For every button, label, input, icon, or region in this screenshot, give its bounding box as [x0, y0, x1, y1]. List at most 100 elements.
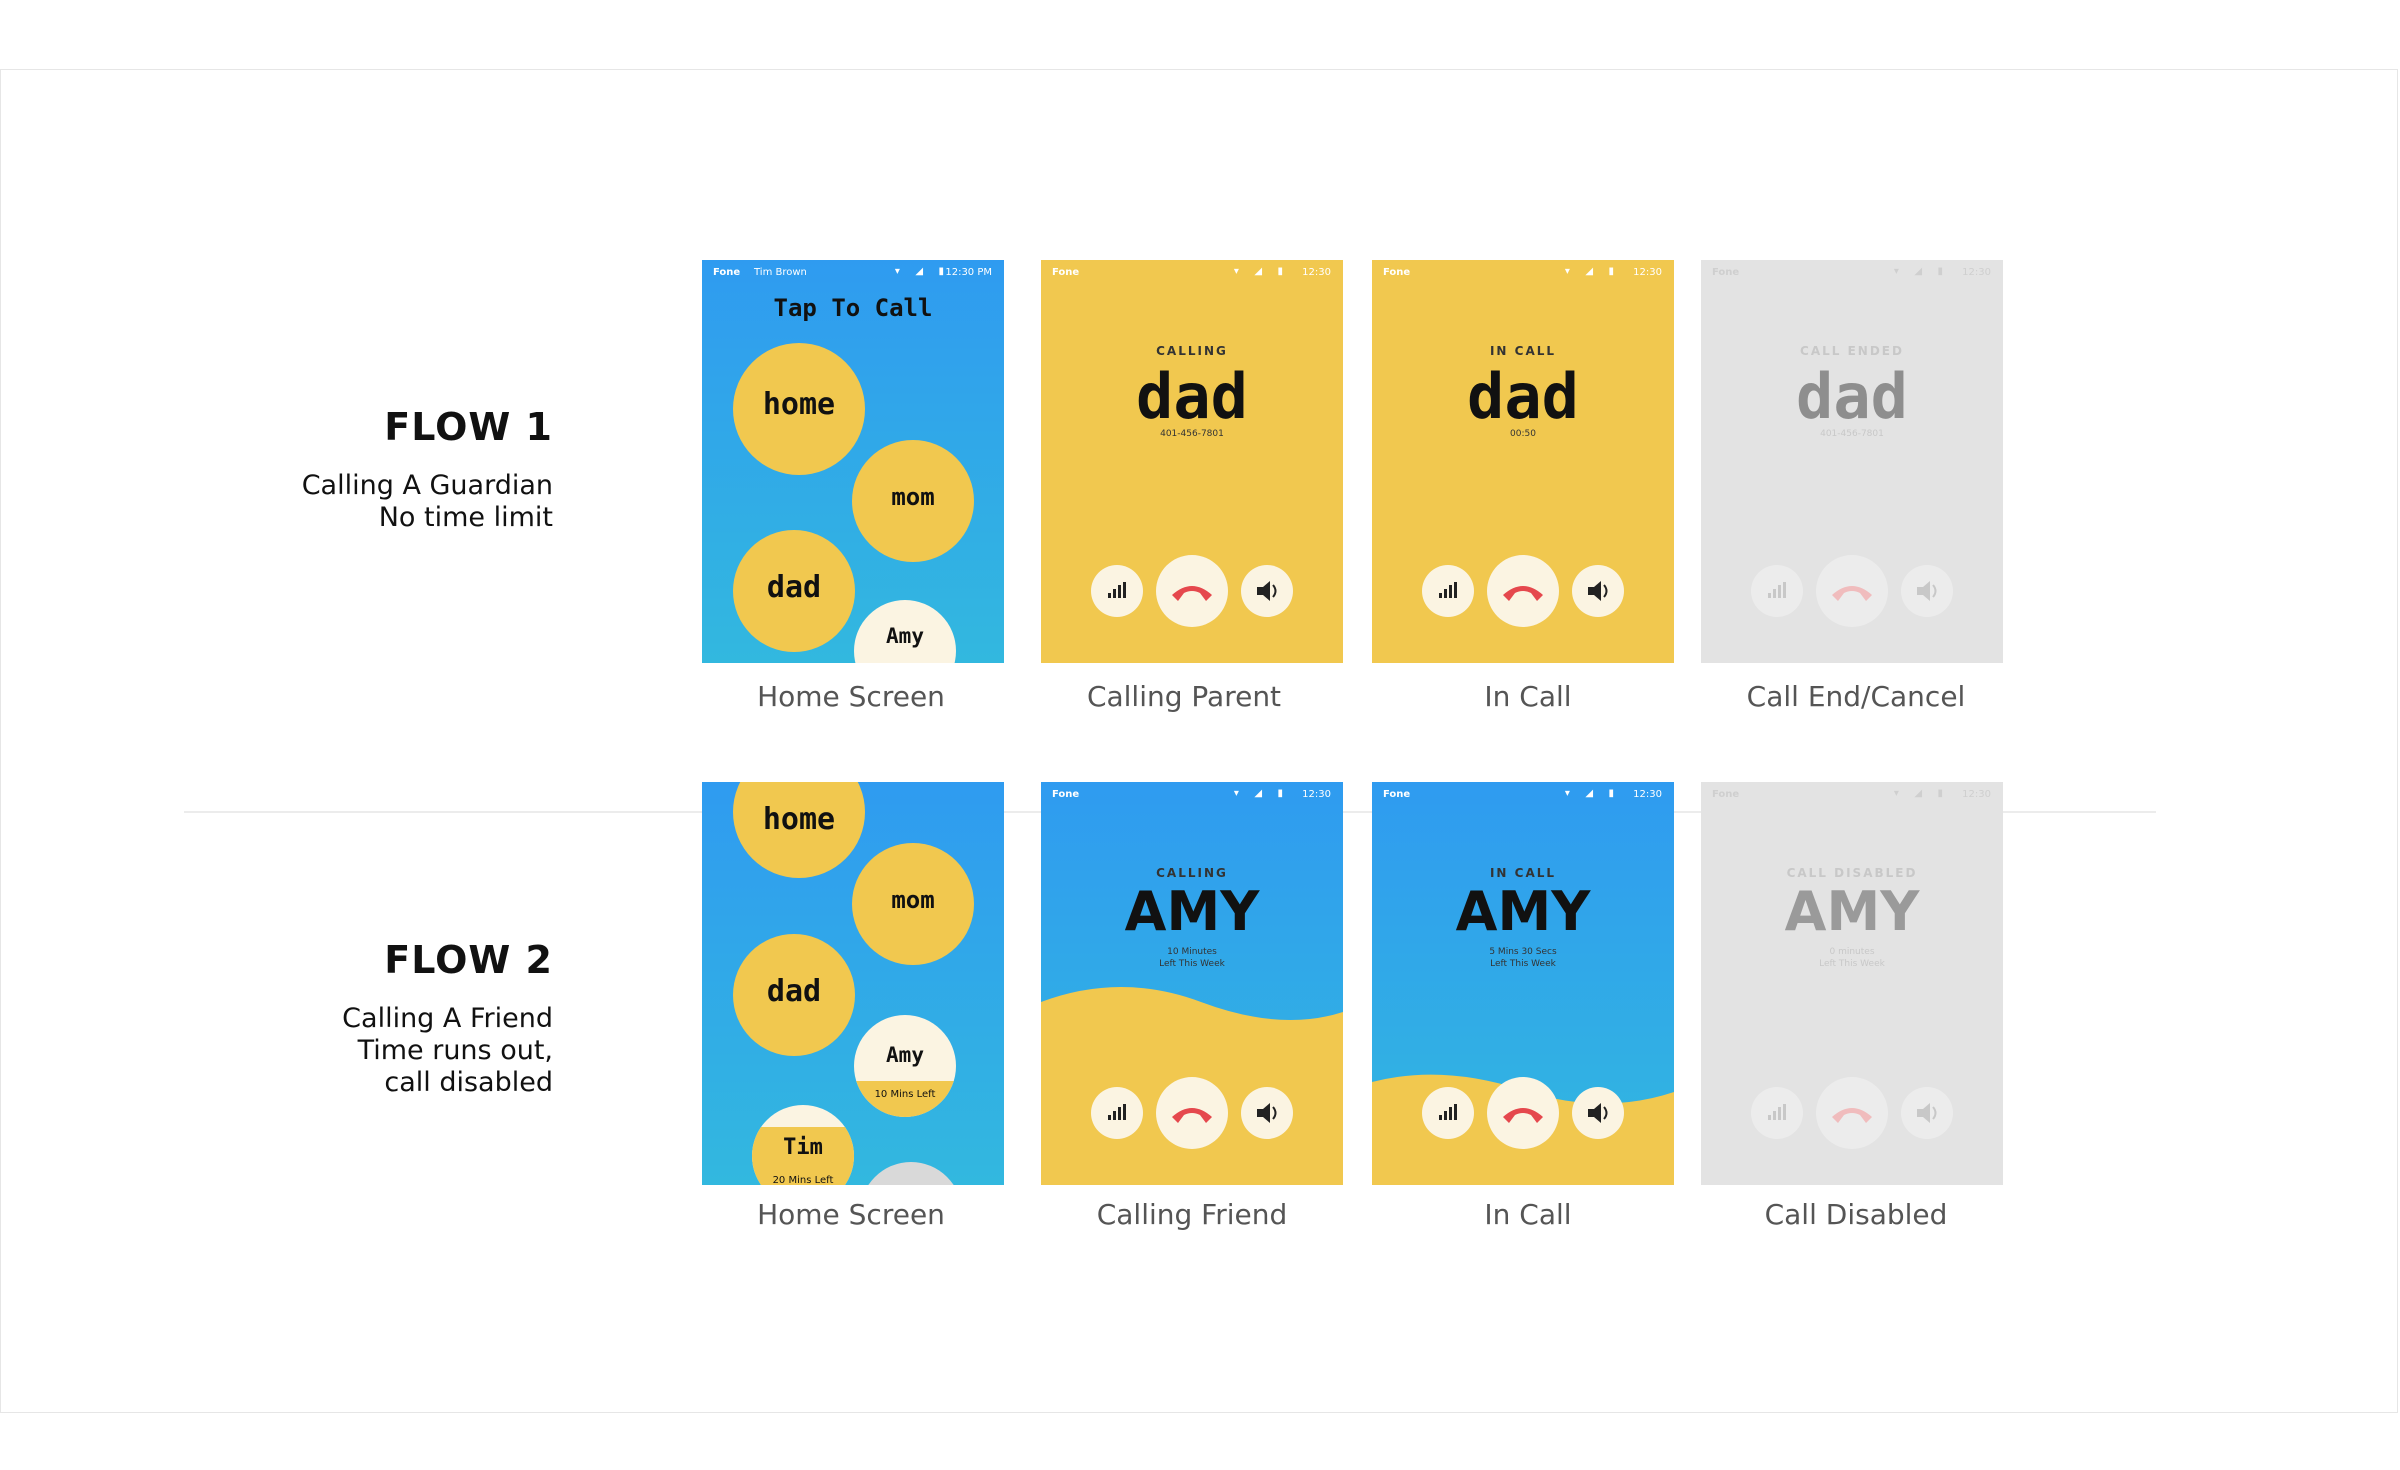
status-bar: Fone ▾ ◢ ▮ 12:30: [1372, 260, 1674, 284]
flow2-caption: Home Screen: [757, 1198, 945, 1231]
contact-dad-button[interactable]: dad: [733, 934, 855, 1056]
status-icons: ▾ ◢ ▮: [894, 266, 950, 277]
status-app-name: Fone: [1712, 789, 1740, 800]
signal-button[interactable]: [1091, 565, 1143, 617]
flow2-desc-line: Calling A Friend: [342, 1003, 553, 1034]
call-state-label: IN CALL: [1489, 344, 1557, 358]
speaker-icon: [1257, 1103, 1277, 1123]
hangup-icon: [1503, 1108, 1543, 1123]
speaker-button: [1901, 1087, 1953, 1139]
speaker-icon: [1257, 581, 1277, 601]
time-left: 10 Minutes: [1167, 947, 1217, 957]
contact-dad-button[interactable]: dad: [733, 530, 855, 652]
signal-icon: [1768, 1104, 1786, 1120]
speaker-button[interactable]: [1241, 1087, 1293, 1139]
hangup-button[interactable]: [1487, 555, 1559, 627]
contact-home-button[interactable]: home: [733, 343, 865, 475]
time-left-period: Left This Week: [1819, 959, 1885, 969]
contact-mom-button[interactable]: mom: [852, 440, 974, 562]
status-bar: Fone ▾ ◢ ▮ 12:30: [1701, 782, 2003, 806]
status-app-name: Fone: [713, 267, 741, 278]
status-bar: Fone ▾ ◢ ▮ 12:30: [1701, 260, 2003, 284]
tap-to-call-title: Tap To Call: [773, 294, 933, 322]
hangup-icon: [1503, 586, 1543, 601]
flow1-caption: In Call: [1484, 680, 1572, 713]
contact-amy-button[interactable]: Amy 10 Mins Left: [854, 1015, 956, 1117]
status-icons: ▾ ◢ ▮: [1564, 266, 1620, 277]
signal-icon: [1768, 582, 1786, 598]
callee-name: dad: [1136, 360, 1248, 433]
speaker-icon: [1588, 581, 1608, 601]
contact-disabled-button: [860, 1162, 962, 1185]
time-left-period: Left This Week: [1490, 959, 1556, 969]
callee-number: 401-456-7801: [1820, 429, 1884, 439]
signal-button[interactable]: [1091, 1087, 1143, 1139]
time-left-period: Left This Week: [1159, 959, 1225, 969]
speaker-button[interactable]: [1241, 565, 1293, 617]
hangup-icon: [1832, 1108, 1872, 1123]
signal-button[interactable]: [1422, 1087, 1474, 1139]
speaker-button[interactable]: [1572, 565, 1624, 617]
contact-label: home: [762, 802, 836, 837]
contact-label: Amy: [886, 1043, 924, 1067]
hangup-button[interactable]: [1487, 1077, 1559, 1149]
flow2-title: FLOW 2: [384, 938, 553, 982]
status-app-name: Fone: [1712, 267, 1740, 278]
flow2-description: Calling A Friend Time runs out, call dis…: [173, 1003, 553, 1099]
hangup-button[interactable]: [1156, 555, 1228, 627]
flow2-calling-screen: Fone ▾ ◢ ▮ 12:30 CALLING AMY 10 Minutes …: [1041, 782, 1343, 1185]
flow1-desc-line: No time limit: [378, 502, 553, 533]
speaker-button: [1901, 565, 1953, 617]
flow1-home-screen: Fone Tim Brown ▾ ◢ ▮ 12:30 PM Tap To Cal…: [702, 260, 1004, 663]
call-state-label: CALL ENDED: [1800, 344, 1904, 358]
status-time: 12:30: [1633, 789, 1662, 800]
status-icons: ▾ ◢ ▮: [1233, 788, 1289, 799]
call-state-label: CALLING: [1156, 866, 1228, 880]
flow1-calling-screen: Fone ▾ ◢ ▮ 12:30 CALLING dad 401-456-780…: [1041, 260, 1343, 663]
status-app-name: Fone: [1052, 789, 1080, 800]
status-icons: ▾ ◢ ▮: [1893, 788, 1949, 799]
call-state-label: CALLING: [1156, 344, 1228, 358]
contact-tim-button[interactable]: Tim 20 Mins Left: [752, 1105, 854, 1185]
status-time: 12:30: [1302, 789, 1331, 800]
status-time: 12:30: [1962, 789, 1991, 800]
status-app-name: Fone: [1383, 789, 1411, 800]
status-time: 12:30: [1962, 267, 1991, 278]
speaker-icon: [1917, 1103, 1937, 1123]
status-icons: ▾ ◢ ▮: [1233, 266, 1289, 277]
hangup-icon: [1172, 586, 1212, 601]
flow1-incall-screen: Fone ▾ ◢ ▮ 12:30 IN CALL dad 00:50: [1372, 260, 1674, 663]
contact-amy-button[interactable]: Amy: [854, 600, 956, 663]
contact-label: Tim: [783, 1135, 823, 1160]
callee-name: dad: [1467, 360, 1579, 433]
call-state-label: IN CALL: [1489, 866, 1557, 880]
speaker-button[interactable]: [1572, 1087, 1624, 1139]
time-left: 5 Mins 30 Secs: [1489, 947, 1557, 957]
status-app-name: Fone: [1052, 267, 1080, 278]
speaker-icon: [1588, 1103, 1608, 1123]
hangup-icon: [1172, 1108, 1212, 1123]
status-time: 12:30: [1633, 267, 1662, 278]
flow2-desc-line: Time runs out,: [357, 1035, 553, 1066]
contact-mom-button[interactable]: mom: [852, 843, 974, 965]
board: FLOW 1 Calling A Guardian No time limit …: [0, 69, 2398, 1413]
contact-home-button[interactable]: home: [733, 782, 865, 878]
callee-name: AMY: [1784, 880, 1920, 943]
remaining-time-label: 10 Mins Left: [874, 1089, 936, 1100]
hangup-button[interactable]: [1156, 1077, 1228, 1149]
contact-label: mom: [891, 483, 935, 511]
status-icons: ▾ ◢ ▮: [1564, 788, 1620, 799]
signal-icon: [1108, 582, 1126, 598]
signal-button[interactable]: [1422, 565, 1474, 617]
signal-icon: [1108, 1104, 1126, 1120]
signal-icon: [1439, 1104, 1457, 1120]
signal-button: [1751, 1087, 1803, 1139]
hangup-button: [1816, 555, 1888, 627]
flow1-title: FLOW 1: [384, 405, 553, 449]
status-bar: Fone Tim Brown ▾ ◢ ▮ 12:30 PM: [702, 260, 1004, 284]
status-bar: Fone ▾ ◢ ▮ 12:30: [1041, 260, 1343, 284]
contact-label: mom: [891, 886, 935, 914]
speaker-icon: [1917, 581, 1937, 601]
signal-icon: [1439, 582, 1457, 598]
hangup-button: [1816, 1077, 1888, 1149]
